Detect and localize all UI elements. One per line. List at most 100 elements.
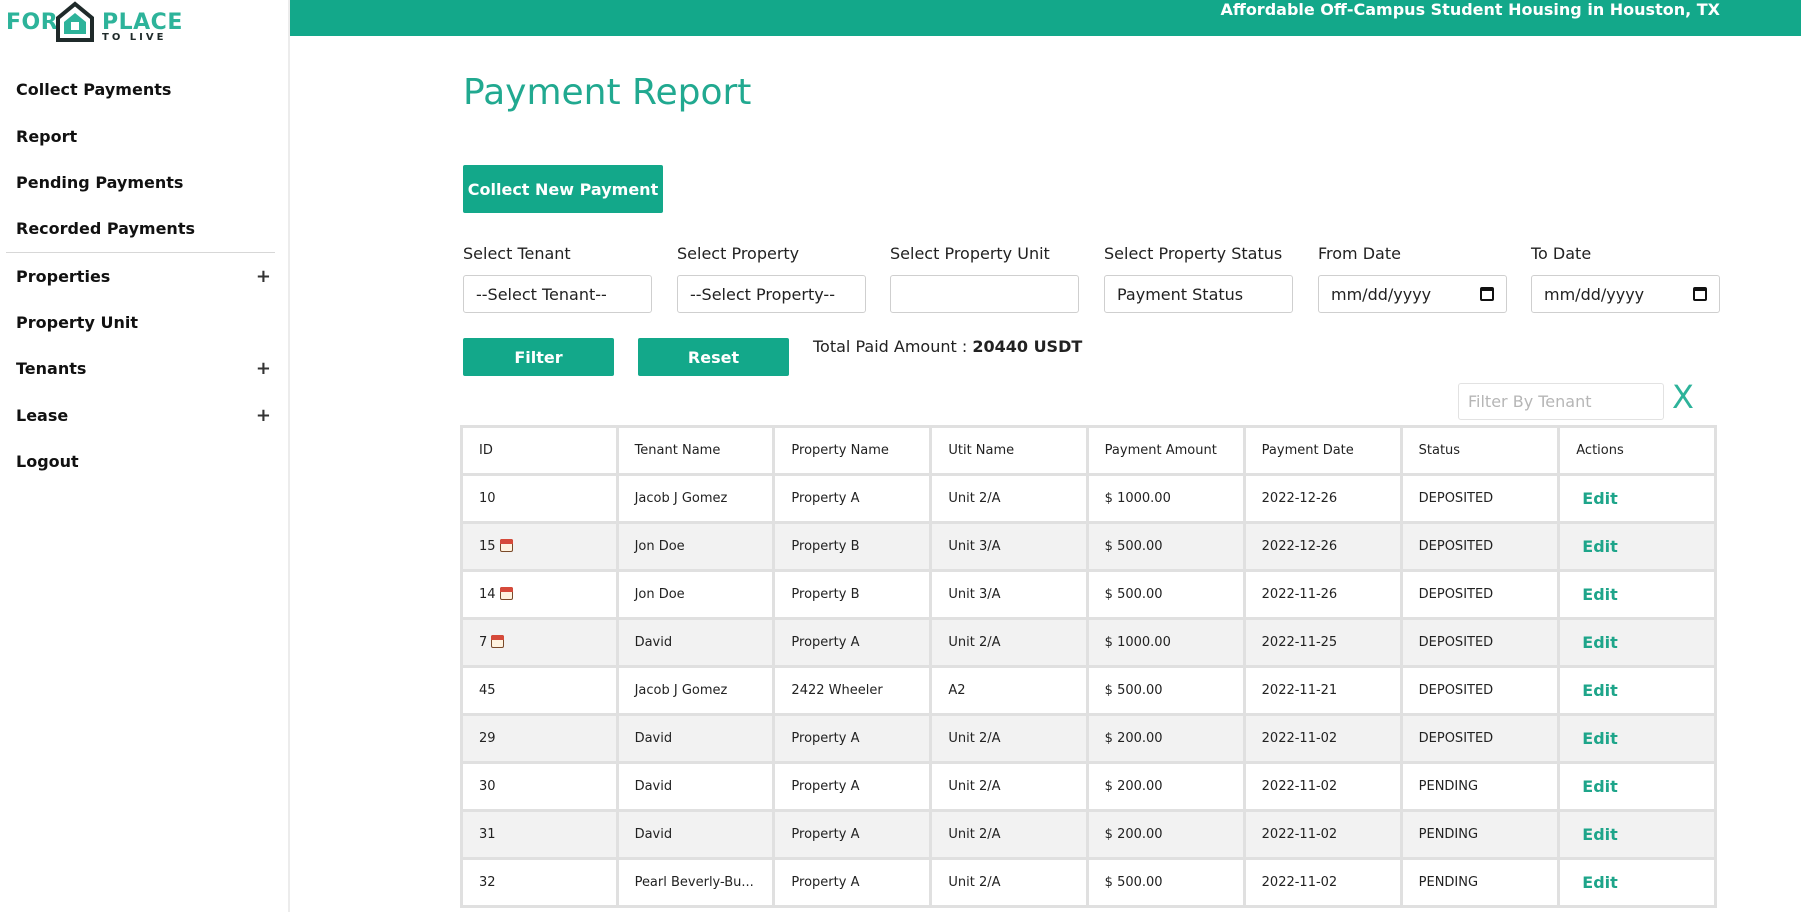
column-header-property-name[interactable]: Property Name [775,428,930,473]
edit-link[interactable]: Edit [1582,633,1618,652]
cell-property-name-text: Property B [791,539,860,554]
cell-payment-date: 2022-12-26 [1245,476,1400,521]
cell-actions: Edit [1560,668,1714,713]
cell-property-name: Property A [775,764,930,809]
expand-plus-icon[interactable]: + [256,358,271,379]
calendar-icon[interactable] [1480,287,1494,301]
cell-unit-name: Unit 2/A [932,716,1086,761]
cell-tenant-name: David [618,764,773,809]
sidebar-item-lease[interactable]: Lease + [16,400,271,430]
cell-status-text: DEPOSITED [1418,587,1494,602]
edit-link[interactable]: Edit [1582,585,1618,604]
note-icon[interactable] [499,539,513,552]
sidebar-item-logout[interactable]: Logout [16,446,271,476]
select-property-status-dropdown[interactable]: Payment Status [1104,275,1293,313]
note-icon[interactable] [499,587,513,600]
edit-link[interactable]: Edit [1582,873,1618,892]
cell-actions: Edit [1560,716,1714,761]
sidebar-item-collect-payments[interactable]: Collect Payments [16,74,271,104]
cell-property-name: 2422 Wheeler [775,668,930,713]
expand-plus-icon[interactable]: + [256,266,271,287]
cell-unit-name-text: Unit 3/A [948,539,1001,554]
cell-status-text: PENDING [1418,875,1479,890]
cell-payment-date-text: 2022-11-02 [1261,827,1338,842]
from-date-input[interactable]: mm/dd/yyyy [1318,275,1507,313]
cell-property-name-text: Property A [791,635,860,650]
cell-property-name: Property A [775,476,930,521]
cell-id: 45 [463,668,616,713]
cell-tenant-name: Jon Doe [618,572,773,617]
clear-filter-icon[interactable]: X [1672,378,1694,416]
cell-status: DEPOSITED [1402,524,1558,569]
cell-property-name-text: Property A [791,827,860,842]
sidebar-item-label: Recorded Payments [16,218,195,238]
column-header-payment-date[interactable]: Payment Date [1245,428,1400,473]
cell-property-name-text: Property A [791,875,860,890]
sidebar-item-property-unit[interactable]: Property Unit [16,307,271,337]
select-property-status-label: Select Property Status [1104,244,1283,263]
sidebar-item-pending-payments[interactable]: Pending Payments [16,167,271,197]
cell-payment-amount: $ 1000.00 [1088,476,1243,521]
cell-id: 14 [463,572,616,617]
column-header-id[interactable]: ID [463,428,616,473]
edit-link[interactable]: Edit [1582,681,1618,700]
filter-by-tenant-placeholder: Filter By Tenant [1468,392,1592,411]
cell-payment-amount: $ 200.00 [1088,764,1243,809]
edit-link[interactable]: Edit [1582,729,1618,748]
reset-button[interactable]: Reset [638,338,789,376]
cell-id: 32 [463,860,616,905]
cell-unit-name-text: A2 [948,683,966,698]
column-header-status[interactable]: Status [1402,428,1558,473]
edit-link[interactable]: Edit [1582,489,1618,508]
from-date-label: From Date [1318,244,1401,263]
cell-actions: Edit [1560,764,1714,809]
total-paid-amount: Total Paid Amount : 20440 USDT [813,337,1082,356]
column-header-payment-amount[interactable]: Payment Amount [1088,428,1243,473]
top-header-bar: Affordable Off-Campus Student Housing in… [290,0,1801,36]
cell-tenant-name: Jon Doe [618,524,773,569]
from-date-value: mm/dd/yyyy [1331,284,1432,304]
cell-payment-amount: $ 200.00 [1088,716,1243,761]
note-icon[interactable] [491,635,505,648]
edit-link[interactable]: Edit [1582,777,1618,796]
cell-unit-name-text: Unit 2/A [948,779,1001,794]
table-header-row: ID Tenant Name Property Name Utit Name P… [463,428,1714,473]
select-property-dropdown[interactable]: --Select Property-- [677,275,866,313]
select-property-unit-field[interactable] [890,275,1079,313]
cell-actions: Edit [1560,524,1714,569]
sidebar-item-label: Tenants [16,358,87,378]
sidebar-item-report[interactable]: Report [16,121,271,151]
expand-plus-icon[interactable]: + [256,405,271,426]
calendar-icon[interactable] [1693,287,1707,301]
cell-payment-date: 2022-11-21 [1245,668,1400,713]
cell-unit-name: Unit 2/A [932,764,1086,809]
filter-button[interactable]: Filter [463,338,614,376]
cell-unit-name: Unit 2/A [932,860,1086,905]
cell-payment-date-text: 2022-11-25 [1261,635,1338,650]
select-tenant-dropdown[interactable]: --Select Tenant-- [463,275,652,313]
cell-unit-name-text: Unit 3/A [948,587,1001,602]
cell-payment-date-text: 2022-12-26 [1261,491,1338,506]
column-header-unit-name[interactable]: Utit Name [932,428,1086,473]
cell-payment-amount: $ 500.00 [1088,860,1243,905]
select-property-label: Select Property [677,244,800,263]
brand-logo[interactable]: FOR PLACE TO LIVE [6,0,186,46]
cell-tenant-name: Pearl Beverly-Bu... [618,860,773,905]
collect-new-payment-button[interactable]: Collect New Payment [463,165,663,213]
cell-status: DEPOSITED [1402,572,1558,617]
cell-tenant-name-text: David [634,635,673,650]
table-row: 10 Jacob J Gomez Property A Unit 2/A $ 1000.… [463,476,1714,521]
table-row: 45 Jacob J Gomez 2422 Wheeler A2 $ 500.00 202… [463,668,1714,713]
to-date-input[interactable]: mm/dd/yyyy [1531,275,1720,313]
cell-status-text: DEPOSITED [1418,539,1494,554]
sidebar-item-recorded-payments[interactable]: Recorded Payments [16,213,271,243]
edit-link[interactable]: Edit [1582,825,1618,844]
column-header-tenant-name[interactable]: Tenant Name [618,428,773,473]
edit-link[interactable]: Edit [1582,537,1618,556]
header-tagline: Affordable Off-Campus Student Housing in… [1220,0,1720,19]
cell-payment-date-text: 2022-11-02 [1261,731,1338,746]
sidebar-item-tenants[interactable]: Tenants + [16,353,271,383]
sidebar-item-properties[interactable]: Properties + [16,261,271,291]
table-row: 32 Pearl Beverly-Bu... Property A Unit 2/A $… [463,860,1714,905]
filter-by-tenant-input[interactable]: Filter By Tenant [1458,383,1664,420]
